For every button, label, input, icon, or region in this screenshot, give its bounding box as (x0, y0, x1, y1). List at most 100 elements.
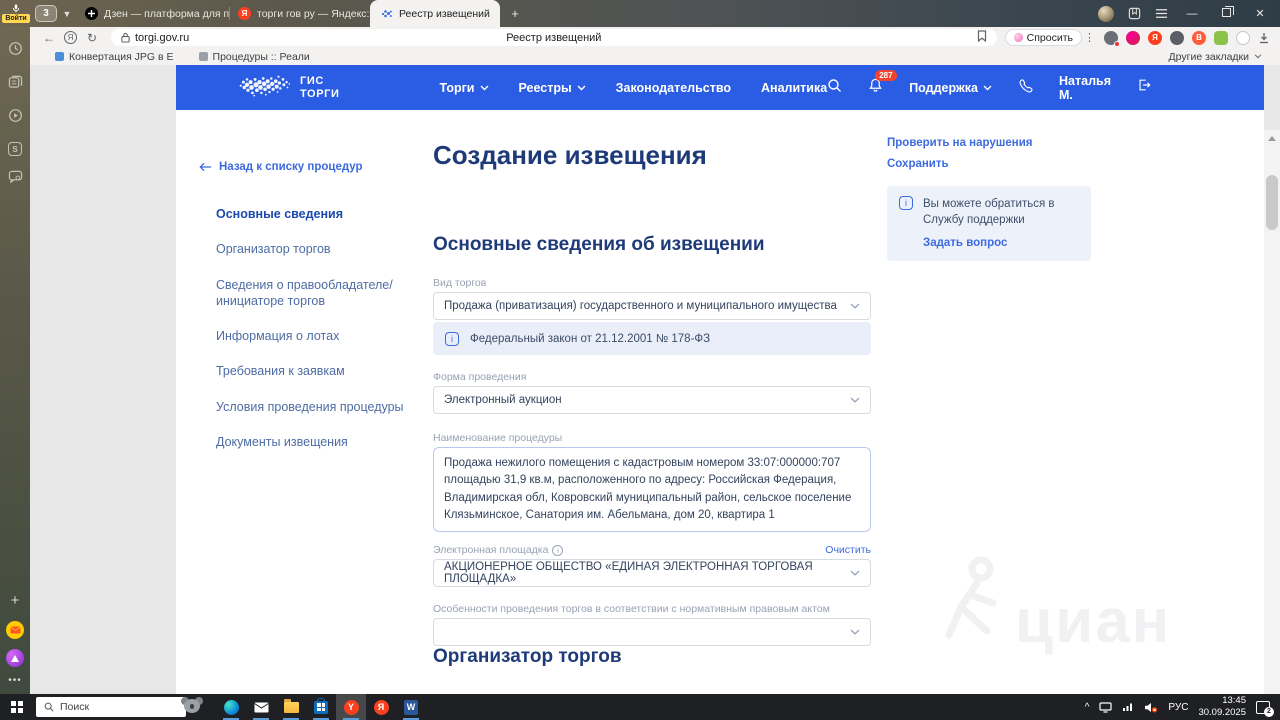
close-button[interactable]: ✕ (1250, 7, 1270, 20)
extension-icon-blocker[interactable] (1104, 30, 1120, 47)
tab-list-chevron-icon[interactable]: ▼ (57, 9, 77, 19)
tab-dzen[interactable]: Дзен — платформа для п (77, 0, 229, 27)
windows-taskbar: Поиск Y Я W ^ РУС 13:45 30.09.2025 2 (0, 694, 1280, 720)
gis-torgi-logo[interactable]: ГИС ТОРГИ (238, 71, 339, 104)
field-platform: Электронная площадка i Очистить АКЦИОНЕР… (433, 544, 871, 587)
tab-yandex-search[interactable]: Я торги гов ру — Яндекс: н (230, 0, 370, 27)
profile-avatar[interactable] (1098, 5, 1114, 22)
user-menu[interactable]: Наталья М. (1059, 74, 1111, 102)
taskbar-mail-icon[interactable] (246, 694, 276, 720)
tabbar-right-controls: — ✕ (1098, 5, 1280, 22)
torgi-site: ГИС ТОРГИ Торги Реестры Законодательство (176, 65, 1264, 694)
nav-torgi[interactable]: Торги (439, 81, 488, 95)
page-scrollbar[interactable] (1264, 130, 1280, 694)
bookmark-item[interactable]: Конвертация JPG в Е (55, 51, 174, 63)
bookmarks-panel-icon[interactable] (1128, 7, 1141, 20)
video-icon[interactable] (8, 108, 23, 128)
nav-support[interactable]: Поддержка (909, 81, 992, 95)
reload-icon[interactable]: ↻ (81, 31, 103, 45)
menu-icon[interactable] (1155, 8, 1168, 19)
platform-select[interactable]: АКЦИОНЕРНОЕ ОБЩЕСТВО «ЕДИНАЯ ЭЛЕКТРОННАЯ… (433, 559, 871, 587)
ask-question-link[interactable]: Задать вопрос (923, 237, 1007, 249)
section-heading-main: Основные сведения об извещении (433, 234, 765, 255)
tab-counter-button[interactable]: 3 (35, 5, 57, 22)
browser-login-button[interactable]: Войти (2, 13, 30, 24)
notifications-bell-icon[interactable]: 287 (868, 70, 897, 98)
yandex-home-icon[interactable]: Я (64, 31, 77, 44)
bookmark-flag-icon[interactable] (977, 30, 987, 45)
voice-assistant-button[interactable]: Войти (0, 4, 32, 24)
address-bar[interactable]: torgi.gov.ru Реестр извещений (111, 29, 997, 46)
taskbar-word-icon[interactable]: W (396, 694, 426, 720)
display-tray-icon[interactable] (1099, 701, 1113, 713)
scrollbar-thumb[interactable] (1266, 175, 1278, 230)
taskbar-yandex-icon[interactable]: Я (366, 694, 396, 720)
alice-assistant-icon[interactable] (6, 649, 24, 667)
minimize-button[interactable]: — (1182, 8, 1202, 20)
bid-type-select[interactable]: Продажа (приватизация) государственного … (433, 292, 871, 320)
save-link[interactable]: Сохранить (887, 158, 1091, 170)
scroll-up-icon[interactable] (1268, 136, 1276, 141)
restore-button[interactable] (1216, 5, 1236, 20)
menu-item-usloviya-provedeniya[interactable]: Условия проведения процедуры (216, 399, 412, 415)
features-select[interactable] (433, 618, 871, 646)
ask-ai-button[interactable]: Спросить (1004, 29, 1082, 46)
volume-muted-icon[interactable] (1144, 702, 1158, 713)
nav-zakonodatelstvo[interactable]: Законодательство (616, 81, 731, 95)
logout-icon[interactable] (1137, 78, 1151, 97)
back-to-procedures-link[interactable]: Назад к списку процедур (199, 161, 413, 173)
menu-item-trebovaniya-k-zayavkam[interactable]: Требования к заявкам (216, 363, 412, 379)
bookmark-item[interactable]: Процедуры :: Реали (198, 51, 310, 63)
search-highlight-koala-icon[interactable] (180, 695, 204, 719)
messenger-icon[interactable] (8, 170, 23, 189)
clear-platform-link[interactable]: Очистить (825, 544, 871, 556)
downloads-icon[interactable] (1258, 32, 1270, 44)
extension-icon-light[interactable] (1236, 30, 1250, 45)
extension-icon-flower[interactable] (1126, 30, 1140, 45)
tab-active-reestr[interactable]: Реестр извещений ✕ (370, 0, 500, 27)
language-indicator[interactable]: РУС (1168, 702, 1188, 713)
address-bar-menu-icon[interactable]: ⋮ (1082, 31, 1098, 44)
taskbar-explorer-icon[interactable] (276, 694, 306, 720)
taskbar-search-box[interactable]: Поиск (36, 697, 186, 717)
site-main-nav: Торги Реестры Законодательство Аналитика (439, 81, 827, 95)
hidden-icons-chevron[interactable]: ^ (1085, 702, 1090, 713)
notification-center-icon[interactable]: 2 (1256, 700, 1274, 717)
procedure-name-textarea[interactable]: Продажа нежилого помещения с кадастровым… (433, 447, 871, 532)
menu-item-organizator-torgov[interactable]: Организатор торгов (216, 241, 412, 257)
check-violations-link[interactable]: Проверить на нарушения (887, 137, 1091, 149)
watermark-text: циан (1015, 587, 1172, 657)
nav-reestry[interactable]: Реестры (519, 81, 586, 95)
back-icon[interactable]: ← (38, 31, 60, 45)
extension-icon-gray[interactable] (1170, 30, 1184, 45)
start-button[interactable] (0, 701, 34, 713)
other-bookmarks-button[interactable]: Другие закладки (1169, 51, 1262, 63)
bookmark-label: Конвертация JPG в Е (69, 50, 174, 63)
notes-icon[interactable] (8, 75, 23, 94)
menu-item-dokumenty-izvescheniya[interactable]: Документы извещения (216, 434, 412, 450)
phone-icon[interactable] (1018, 78, 1033, 98)
new-tab-button[interactable]: + (506, 5, 524, 23)
taskbar-store-icon[interactable] (306, 694, 336, 720)
add-panel-icon[interactable]: + (11, 592, 20, 609)
extension-icon-green[interactable] (1214, 30, 1228, 45)
time-text: 13:45 (1222, 695, 1246, 707)
notification-count-badge: 2 (1264, 706, 1274, 717)
yandex-mail-icon[interactable] (6, 621, 24, 639)
menu-item-informaciya-o-lotah[interactable]: Информация о лотах (216, 328, 412, 344)
taskbar-edge-icon[interactable] (216, 694, 246, 720)
nav-analitika[interactable]: Аналитика (761, 81, 827, 95)
menu-item-osnovnye-svedeniya[interactable]: Основные сведения (216, 206, 412, 222)
menu-item-pravoobladatel[interactable]: Сведения о правообладателе/ инициаторе т… (216, 277, 412, 310)
network-icon[interactable] (1122, 702, 1134, 712)
more-panel-icon[interactable]: ••• (8, 675, 22, 686)
services-icon[interactable]: S (8, 142, 22, 156)
form-type-select[interactable]: Электронный аукцион (433, 386, 871, 414)
info-icon: i (552, 544, 564, 556)
search-icon[interactable] (827, 78, 842, 98)
extension-icon-b[interactable]: B (1192, 30, 1206, 45)
extension-icon-yandex[interactable]: Я (1148, 30, 1162, 45)
history-icon[interactable] (8, 41, 23, 61)
clock[interactable]: 13:45 30.09.2025 (1198, 695, 1246, 719)
taskbar-yandex-browser-icon[interactable]: Y (336, 694, 366, 720)
